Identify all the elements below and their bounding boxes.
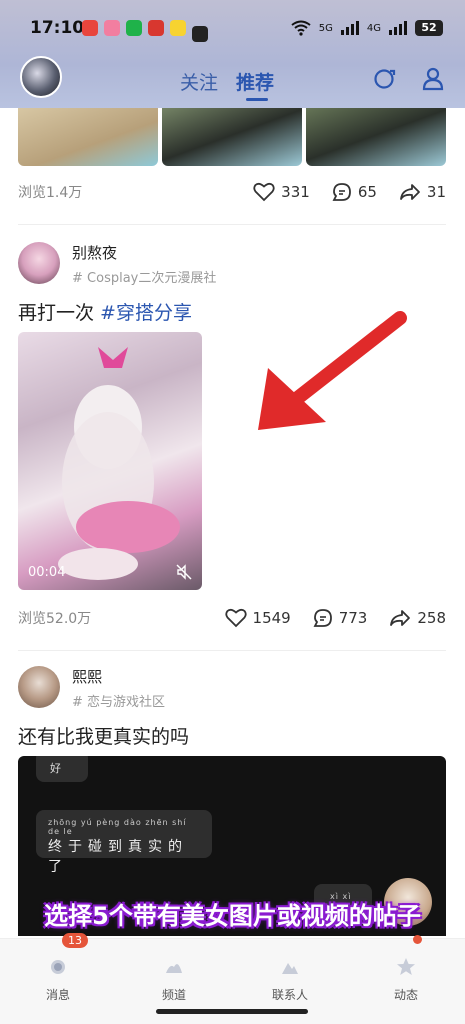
refresh-search-icon[interactable] <box>372 66 398 92</box>
bubble-text: 终于碰到真实的了 <box>48 839 188 875</box>
mute-icon[interactable] <box>176 564 192 580</box>
divider <box>18 224 446 225</box>
post-image-row <box>18 104 446 166</box>
group-name: Cosplay二次元漫展社 <box>87 271 217 286</box>
nav-label: 动态 <box>393 988 418 1002</box>
post-stats: 浏览1.4万 331 65 31 <box>18 180 446 204</box>
top-bar: 17:10 5G 4G 52 关注 推荐 <box>0 0 465 108</box>
post-group[interactable]: # Cosplay二次元漫展社 <box>72 267 216 286</box>
tab-following[interactable]: 关注 <box>180 68 218 95</box>
channel-icon <box>166 964 182 973</box>
share-count: 258 <box>417 609 446 627</box>
share-count: 31 <box>426 183 446 201</box>
post-image[interactable] <box>306 104 446 166</box>
comment-button[interactable]: 65 <box>332 182 377 202</box>
app-notification-icon <box>82 20 98 36</box>
chat-bubble: zhōng yú pèng dào zhēn shí de le 终于碰到真实的… <box>36 810 212 875</box>
app-notification-icon <box>170 20 186 36</box>
comment-button[interactable]: 773 <box>313 608 368 628</box>
author-name[interactable]: 熙熙 <box>72 666 165 687</box>
share-icon <box>400 184 420 200</box>
post-text[interactable]: 还有比我更真实的吗 <box>18 722 189 749</box>
bubble-pinyin: zhōng yú pèng dào zhēn shí de le <box>48 818 187 836</box>
app-notification-icon <box>104 20 120 36</box>
tab-recommended[interactable]: 推荐 <box>236 68 274 101</box>
like-count: 1549 <box>252 609 291 627</box>
feed-tabs: 关注 推荐 <box>180 68 274 101</box>
nav-channels[interactable]: 频道 <box>134 957 214 1003</box>
share-icon <box>390 610 411 626</box>
message-icon <box>51 960 65 974</box>
share-button[interactable]: 258 <box>389 608 446 628</box>
red-arrow-annotation <box>258 311 407 430</box>
profile-icon[interactable] <box>420 66 446 92</box>
like-button[interactable]: 1549 <box>224 608 291 628</box>
signal-5g-icon <box>340 21 359 35</box>
star-icon <box>397 958 415 975</box>
user-avatar[interactable] <box>20 56 62 98</box>
hash-icon: # <box>72 271 83 286</box>
message-badge: 13 <box>62 933 88 948</box>
video-duration: 00:04 <box>28 565 66 580</box>
nav-label: 联系人 <box>271 988 308 1002</box>
hash-icon: # <box>72 695 83 710</box>
divider <box>18 650 446 651</box>
share-button[interactable]: 31 <box>399 182 446 202</box>
comment-icon <box>313 609 332 627</box>
like-button[interactable]: 331 <box>253 182 310 202</box>
comment-count: 65 <box>357 183 377 201</box>
notification-dot <box>413 935 422 944</box>
battery-icon: 52 <box>415 20 443 36</box>
post-group[interactable]: # 恋与游戏社区 <box>72 691 165 710</box>
nav-messages[interactable]: 消息 <box>18 957 98 1003</box>
notification-icons <box>82 20 208 42</box>
post-image[interactable] <box>162 104 302 166</box>
nav-feed[interactable]: 动态 <box>366 957 446 1003</box>
author-avatar[interactable] <box>18 242 60 284</box>
nav-contacts[interactable]: 联系人 <box>250 957 330 1003</box>
nav-label: 消息 <box>45 988 70 1002</box>
comment-icon <box>332 183 351 201</box>
heart-icon <box>224 608 247 628</box>
status-bar: 17:10 5G 4G 52 <box>0 0 465 56</box>
post-header[interactable]: 熙熙 # 恋与游戏社区 <box>18 666 165 710</box>
post-video[interactable]: 00:04 <box>18 332 202 590</box>
nav-label: 频道 <box>161 988 186 1002</box>
bottom-nav: 13 消息 频道 联系人 动态 <box>0 933 465 1024</box>
post-hashtag[interactable]: #穿搭分享 <box>100 302 192 324</box>
network-4g-label: 4G <box>366 22 381 34</box>
app-header: 关注 推荐 <box>0 56 465 106</box>
app-notification-icon <box>126 20 142 36</box>
network-5g-label: 5G <box>318 22 333 34</box>
instruction-caption: 选择5个带有美女图片或视频的帖子 <box>44 902 421 930</box>
author-name[interactable]: 别熬夜 <box>72 242 216 263</box>
signal-4g-icon <box>389 21 407 35</box>
view-count: 浏览1.4万 <box>18 185 83 201</box>
post-text[interactable]: 再打一次 #穿搭分享 <box>18 298 192 325</box>
status-time: 17:10 <box>30 18 85 38</box>
post-image[interactable] <box>18 104 158 166</box>
app-notification-icon <box>148 20 164 36</box>
heart-icon <box>253 182 275 202</box>
post-header[interactable]: 别熬夜 # Cosplay二次元漫展社 <box>18 242 216 286</box>
wifi-icon <box>291 20 311 36</box>
comment-count: 773 <box>338 609 368 627</box>
system-icons: 5G 4G 52 <box>291 20 443 36</box>
like-count: 331 <box>281 183 310 201</box>
home-indicator[interactable] <box>156 1009 308 1014</box>
post-text-plain: 再打一次 <box>18 302 101 324</box>
chat-bubble: 好 <box>36 756 88 782</box>
group-name: 恋与游戏社区 <box>87 695 166 710</box>
author-avatar[interactable] <box>18 666 60 708</box>
view-count: 浏览52.0万 <box>18 611 92 627</box>
contacts-icon <box>282 963 298 974</box>
more-notifications-dot <box>192 26 208 42</box>
video-thumbnail <box>58 347 180 580</box>
post-stats: 浏览52.0万 1549 773 258 <box>18 606 446 630</box>
